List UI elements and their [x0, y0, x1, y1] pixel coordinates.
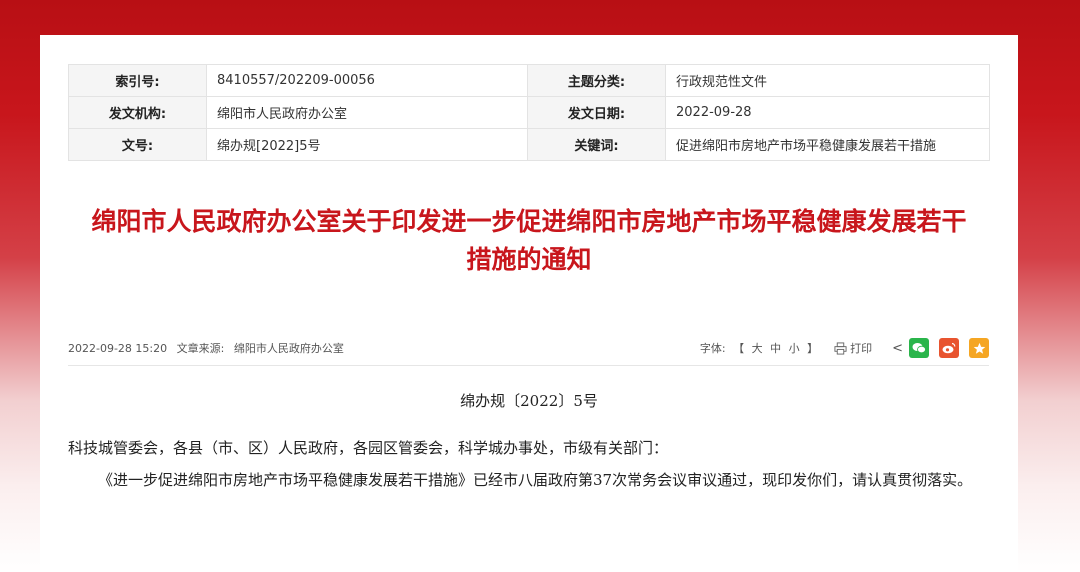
divider [68, 365, 989, 366]
article-info-bar: 2022-09-28 15:20 文章来源: 绵阳市人民政府办公室 字体: 【 … [68, 337, 989, 359]
bracket-open: 【 [733, 342, 745, 355]
wechat-icon [912, 343, 926, 354]
font-size-control: 字体: 【 大 中 小 】 [698, 340, 820, 356]
doc-number-label: 文号: [68, 128, 207, 161]
printer-icon [834, 341, 847, 355]
keywords-label: 关键词: [527, 128, 666, 161]
star-icon [973, 342, 985, 354]
bracket-close: 】 [807, 342, 819, 355]
category-label: 主题分类: [527, 64, 666, 97]
page-title: 绵阳市人民政府办公室关于印发进一步促进绵阳市房地产市场平稳健康发展若干 措施的通… [40, 203, 1018, 279]
print-button[interactable]: 打印 [834, 340, 872, 356]
document-page: 索引号: 8410557/202209-00056 主题分类: 行政规范性文件 … [40, 35, 1018, 572]
keywords-value: 促进绵阳市房地产市场平稳健康发展若干措施 [665, 128, 990, 161]
wechat-share-button[interactable] [909, 338, 929, 358]
metadata-table: 索引号: 8410557/202209-00056 主题分类: 行政规范性文件 … [68, 64, 990, 161]
font-size-label: 字体: [699, 342, 726, 355]
category-value: 行政规范性文件 [665, 64, 990, 97]
article-body: 科技城管委会，各县（市、区）人民政府，各园区管委会，科学城办事处，市级有关部门：… [68, 432, 989, 496]
issuer-label: 发文机构: [68, 96, 207, 129]
issue-date-value: 2022-09-28 [665, 96, 990, 129]
document-number: 绵办规〔2022〕5号 [460, 392, 598, 410]
metadata-row: 索引号: 8410557/202209-00056 主题分类: 行政规范性文件 [68, 64, 990, 97]
favorite-button[interactable] [969, 338, 989, 358]
metadata-row: 发文机构: 绵阳市人民政府办公室 发文日期: 2022-09-28 [68, 96, 990, 129]
issuer-value: 绵阳市人民政府办公室 [206, 96, 528, 129]
share-icon[interactable]: < [892, 341, 903, 356]
body-paragraph: 《进一步促进绵阳市房地产市场平稳健康发展若干措施》已经市八届政府第37次常务会议… [98, 471, 973, 489]
publish-datetime: 2022-09-28 15:20 [68, 342, 168, 355]
font-large-button[interactable]: 大 [752, 342, 763, 355]
index-number-label: 索引号: [68, 64, 207, 97]
title-line-1: 绵阳市人民政府办公室关于印发进一步促进绵阳市房地产市场平稳健康发展若干 [91, 207, 967, 236]
title-line-2: 措施的通知 [466, 245, 592, 274]
issue-date-label: 发文日期: [527, 96, 666, 129]
weibo-icon [942, 342, 956, 354]
index-number-value: 8410557/202209-00056 [206, 64, 528, 97]
recipients-line: 科技城管委会，各县（市、区）人民政府，各园区管委会，科学城办事处，市级有关部门： [68, 439, 669, 457]
article-tools: 字体: 【 大 中 小 】 打印 < [698, 337, 989, 359]
weibo-share-button[interactable] [939, 338, 959, 358]
doc-number-value: 绵办规[2022]5号 [206, 128, 528, 161]
font-small-button[interactable]: 小 [789, 342, 800, 355]
source-label: 文章来源: [176, 342, 225, 355]
font-medium-button[interactable]: 中 [770, 342, 781, 355]
print-label: 打印 [850, 342, 873, 355]
metadata-row: 文号: 绵办规[2022]5号 关键词: 促进绵阳市房地产市场平稳健康发展若干措… [68, 128, 990, 161]
source-value: 绵阳市人民政府办公室 [233, 342, 344, 355]
article-meta: 2022-09-28 15:20 文章来源: 绵阳市人民政府办公室 [68, 340, 350, 356]
